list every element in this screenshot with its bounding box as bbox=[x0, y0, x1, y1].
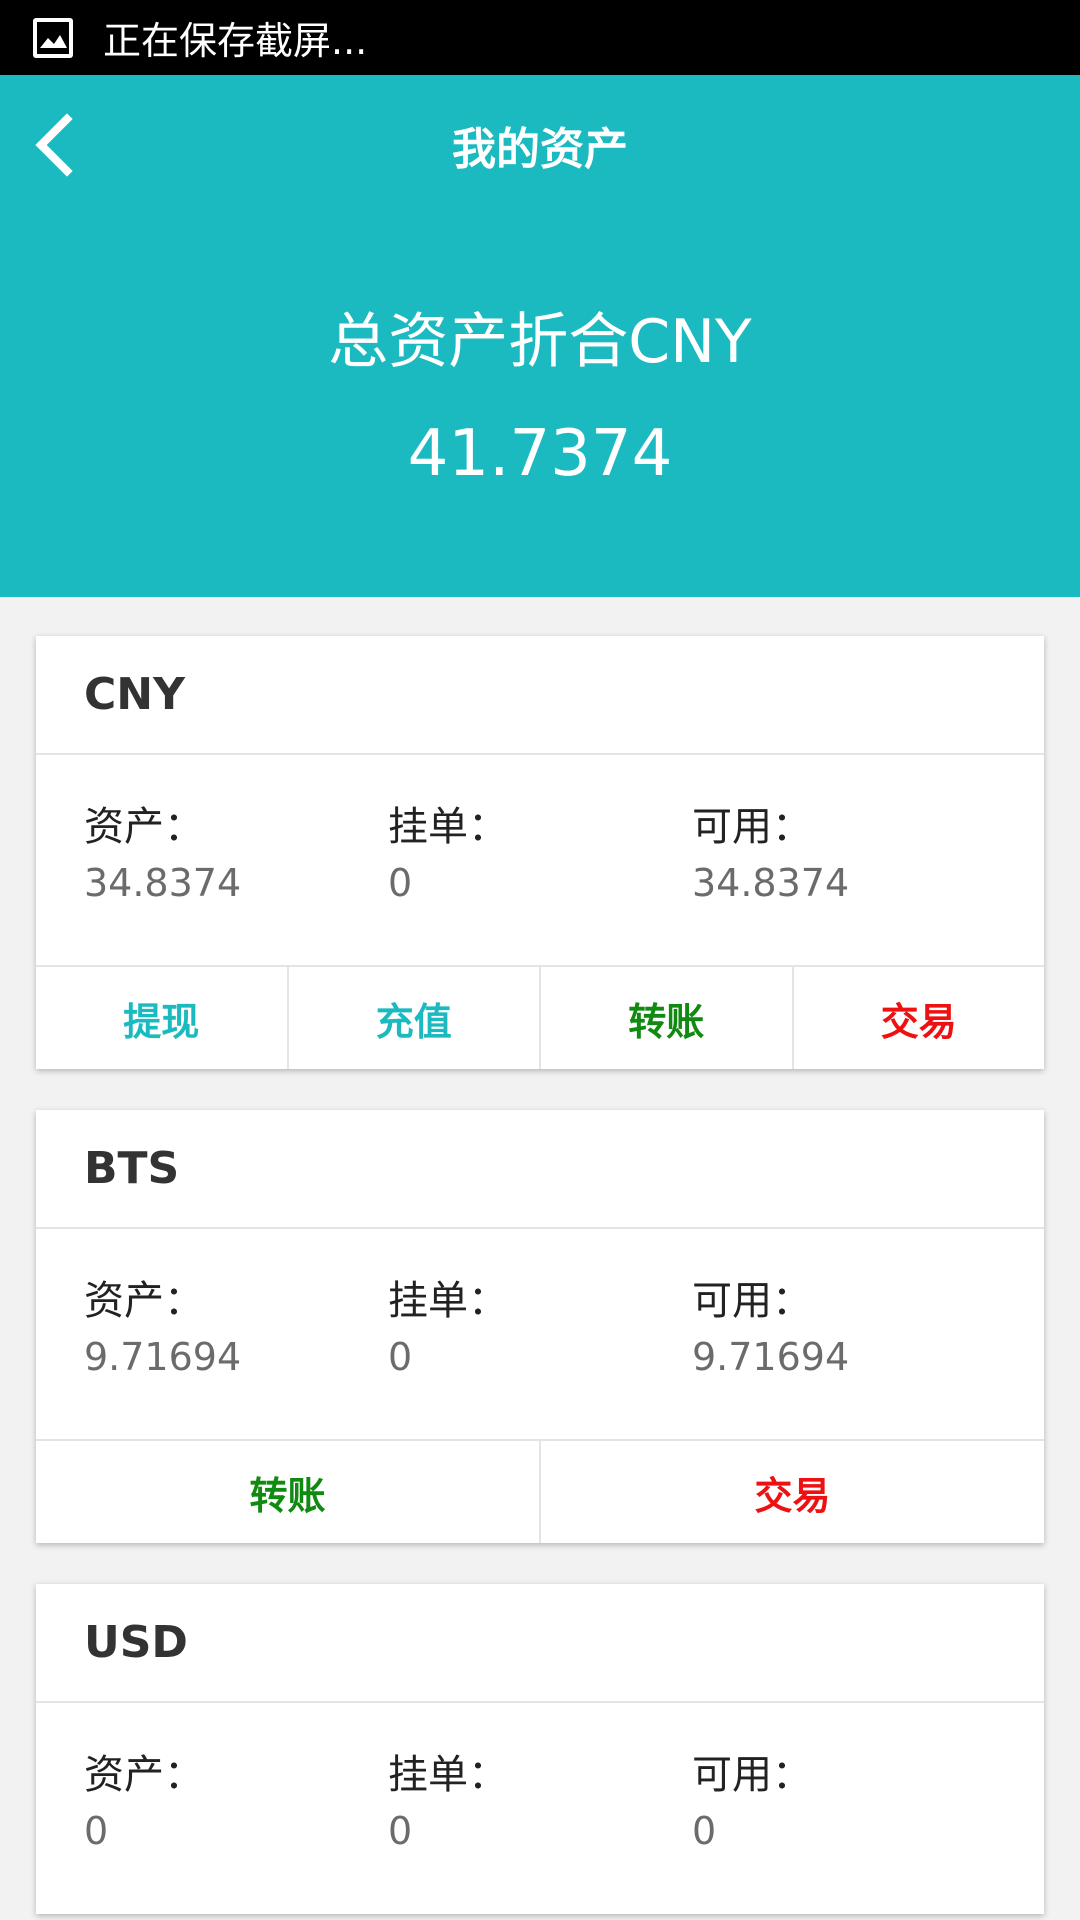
asset-card-usd: USD 资产： 0 挂单： 0 可用： 0 bbox=[36, 1584, 1044, 1914]
order-label: 挂单： bbox=[388, 804, 508, 850]
available-label: 可用： bbox=[692, 1752, 812, 1798]
available-column: 可用： 34.8374 bbox=[692, 803, 849, 907]
asset-label: 资产： bbox=[84, 804, 204, 850]
order-value: 0 bbox=[388, 1335, 413, 1379]
transfer-button[interactable]: 转账 bbox=[36, 1441, 541, 1543]
order-label: 挂单： bbox=[388, 1752, 508, 1798]
card-body: 资产： 34.8374 挂单： 0 可用： 34.8374 bbox=[36, 755, 1044, 965]
card-actions: 提现 充值 转账 交易 bbox=[36, 965, 1044, 1069]
asset-label: 资产： bbox=[84, 1278, 204, 1324]
available-value: 34.8374 bbox=[692, 861, 850, 905]
order-value: 0 bbox=[388, 1809, 413, 1853]
withdraw-button[interactable]: 提现 bbox=[36, 967, 289, 1069]
header: 我的资产 总资产折合CNY 41.7374 bbox=[0, 75, 1080, 597]
trade-button[interactable]: 交易 bbox=[794, 967, 1045, 1069]
asset-value: 34.8374 bbox=[84, 861, 242, 905]
card-currency-title: BTS bbox=[36, 1110, 1044, 1229]
asset-label: 资产： bbox=[84, 1752, 204, 1798]
order-label: 挂单： bbox=[388, 1278, 508, 1324]
available-column: 可用： 0 bbox=[692, 1751, 812, 1855]
screenshot-image-icon bbox=[33, 17, 73, 58]
asset-card-bts: BTS 资产： 9.71694 挂单： 0 可用： 9.71694 转账 交易 bbox=[36, 1110, 1044, 1543]
available-value: 0 bbox=[692, 1809, 717, 1853]
asset-column: 资产： 34.8374 bbox=[84, 803, 241, 907]
order-column: 挂单： 0 bbox=[388, 1751, 508, 1855]
page-title: 我的资产 bbox=[452, 124, 628, 175]
available-column: 可用： 9.71694 bbox=[692, 1277, 849, 1381]
total-assets-label: 总资产折合CNY bbox=[328, 307, 752, 377]
card-actions: 转账 交易 bbox=[36, 1439, 1044, 1543]
order-column: 挂单： 0 bbox=[388, 1277, 508, 1381]
card-body: 资产： 0 挂单： 0 可用： 0 bbox=[36, 1703, 1044, 1913]
card-currency-title: CNY bbox=[36, 636, 1044, 755]
status-notification-text: 正在保存截屏... bbox=[103, 19, 368, 63]
available-label: 可用： bbox=[692, 804, 812, 850]
asset-value: 9.71694 bbox=[84, 1335, 242, 1379]
card-body: 资产： 9.71694 挂单： 0 可用： 9.71694 bbox=[36, 1229, 1044, 1439]
deposit-button[interactable]: 充值 bbox=[289, 967, 541, 1069]
total-assets-value: 41.7374 bbox=[407, 417, 673, 491]
order-value: 0 bbox=[388, 861, 413, 905]
status-bar: 正在保存截屏... bbox=[0, 0, 1080, 75]
order-column: 挂单： 0 bbox=[388, 803, 508, 907]
available-label: 可用： bbox=[692, 1278, 812, 1324]
asset-column: 资产： 0 bbox=[84, 1751, 204, 1855]
asset-card-cny: CNY 资产： 34.8374 挂单： 0 可用： 34.8374 提现 充值 … bbox=[36, 636, 1044, 1069]
asset-column: 资产： 9.71694 bbox=[84, 1277, 241, 1381]
asset-value: 0 bbox=[84, 1809, 109, 1853]
available-value: 9.71694 bbox=[692, 1335, 850, 1379]
trade-button[interactable]: 交易 bbox=[541, 1441, 1044, 1543]
transfer-button[interactable]: 转账 bbox=[541, 967, 794, 1069]
card-currency-title: USD bbox=[36, 1584, 1044, 1703]
